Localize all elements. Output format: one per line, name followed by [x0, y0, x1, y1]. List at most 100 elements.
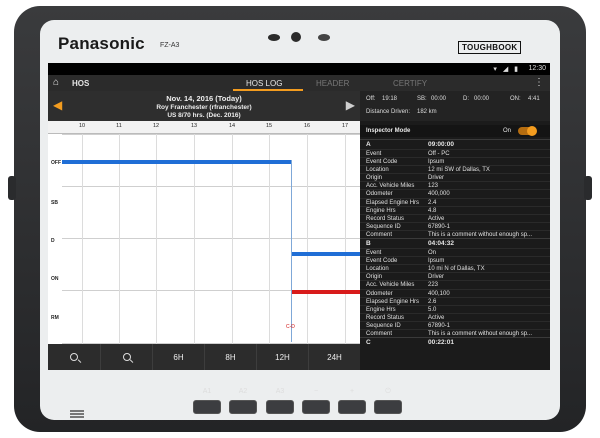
field-value: 2.6	[428, 298, 437, 305]
event-field-row: Comment This is a comment without enough …	[360, 229, 550, 238]
event-id: B	[366, 240, 371, 248]
zoom-in-icon	[122, 353, 131, 361]
home-icon[interactable]: ⌂	[53, 77, 59, 88]
field-value: Active	[428, 215, 445, 222]
event-field-row: Origin Driver	[360, 272, 550, 280]
event-list[interactable]: A 09:00:00 Event Off - PC Event Code Ipsum Loc…	[360, 139, 550, 347]
camera-lens	[291, 32, 301, 42]
field-value: 10 mi N of Dallas, TX	[428, 266, 485, 273]
event-id: A	[366, 141, 371, 148]
prev-day-arrow-icon[interactable]: ◀	[53, 98, 62, 112]
log-date-header: ◀ Nov. 14, 2016 (Today) Roy Franchester …	[48, 91, 360, 121]
hw-button-power[interactable]	[374, 400, 402, 414]
field-label: Sequence ID	[366, 322, 401, 329]
range-6h-button[interactable]: 6H	[152, 344, 204, 370]
grid-line	[232, 134, 233, 344]
event-field-row: Sequence ID 67890-1	[360, 221, 550, 230]
field-value: 123	[428, 183, 439, 190]
field-label: Engine Hrs	[366, 306, 396, 313]
field-value: 67890-1	[428, 322, 451, 329]
field-value: Driver	[428, 175, 444, 182]
event-time: 09:00:00	[428, 141, 455, 148]
event-block[interactable]: A 09:00:00 Event Off - PC Event Code Ipsum Loc…	[360, 139, 550, 238]
driver-name: Roy Franchester (rfranchester)	[156, 104, 252, 111]
inspector-mode-toggle[interactable]	[518, 126, 537, 136]
field-value: This is a comment without enough sp...	[428, 231, 533, 238]
hw-button-a1[interactable]	[193, 400, 221, 414]
sensor-dot	[268, 34, 280, 41]
field-label: Location	[366, 167, 389, 174]
change-of-duty-marker: C-D	[286, 324, 295, 330]
status-time: 12:30	[528, 65, 546, 72]
range-24h-button[interactable]: 24H	[308, 344, 360, 370]
grid-line	[82, 134, 83, 344]
field-label: Odometer	[366, 290, 393, 297]
field-label: Comment	[366, 231, 393, 238]
next-day-arrow-icon[interactable]: ▶	[346, 98, 355, 112]
row-label-off: OFF	[51, 160, 61, 166]
field-value: Ipsum	[428, 159, 445, 166]
row-label-sb: SB	[51, 200, 58, 206]
duty-status-grid[interactable]: OFF SB D ON RM C-D	[48, 134, 360, 344]
field-label: Engine Hrs	[366, 207, 396, 214]
summary-sb-value: 00:00	[431, 96, 447, 102]
hour-label: 13	[190, 123, 198, 129]
hour-label: 11	[116, 123, 122, 129]
hour-label: 15	[265, 123, 273, 129]
vent-grille	[70, 410, 84, 412]
hour-label: 16	[303, 123, 311, 129]
range-12h-button[interactable]: 12H	[256, 344, 308, 370]
event-block[interactable]: C 00:22:01	[360, 337, 550, 347]
summary-sb-label: SB:	[417, 96, 427, 102]
inspector-mode-row: Inspector Mode On	[360, 125, 550, 137]
event-block[interactable]: B 04:04:32 Event On Event Code Ipsum Location 1…	[360, 238, 550, 337]
range-8h-button[interactable]: 8H	[204, 344, 256, 370]
field-value: 5.0	[428, 306, 437, 313]
app-title: HOS	[72, 79, 90, 88]
event-detail-panel: Off: 19:18 SB: 00:00 D: 00:00 ON: 4:41 D…	[360, 91, 550, 370]
zoom-in-button[interactable]	[100, 344, 152, 370]
field-value: 12 mi SW of Dallas, TX	[428, 167, 490, 174]
field-value: 4.8	[428, 207, 437, 214]
event-header: B 04:04:32	[360, 239, 550, 248]
tab-hos-log[interactable]: HOS LOG	[246, 79, 282, 88]
hw-button-a2[interactable]	[229, 400, 257, 414]
grid-line	[119, 134, 120, 344]
field-label: Origin	[366, 274, 383, 281]
hw-button-plus[interactable]	[338, 400, 366, 414]
summary-d-label: D:	[463, 96, 469, 102]
event-field-row: Event Code Ipsum	[360, 256, 550, 264]
nav-a3-label: A3	[275, 388, 285, 395]
field-label: Elapsed Engine Hrs	[366, 298, 420, 305]
ruleset: US 8/70 hrs. (Dec. 2016)	[167, 112, 241, 119]
tab-certify[interactable]: CERTIFY	[393, 79, 427, 88]
row-label-on: ON	[51, 276, 59, 282]
hw-button-a3[interactable]	[266, 400, 294, 414]
hour-axis: 10 11 12 13 14 15 16 17	[48, 121, 360, 134]
grid-line	[307, 134, 308, 344]
field-label: Record Status	[366, 215, 405, 222]
status-bar: ▾ ◢ ▮ 12:30	[48, 63, 550, 75]
distance-label: Distance Driven:	[366, 109, 411, 115]
grid-line	[62, 238, 360, 239]
field-value: Active	[428, 314, 445, 321]
more-vert-icon[interactable]: ⋮	[534, 77, 544, 88]
zoom-out-button[interactable]	[48, 344, 100, 370]
duty-summary: Off: 19:18 SB: 00:00 D: 00:00 ON: 4:41 D…	[360, 91, 550, 121]
event-field-row: Sequence ID 67890-1	[360, 320, 550, 329]
inspector-mode-label: Inspector Mode	[366, 128, 411, 134]
event-field-row: Event Off - PC	[360, 149, 550, 157]
grid-line	[62, 134, 360, 135]
sensor-dot-right	[318, 34, 330, 41]
field-label: Acc. Vehicle Miles	[366, 183, 415, 190]
event-field-row: Odometer 400,000	[360, 189, 550, 197]
model-label: FZ-A3	[160, 42, 180, 49]
field-label: Event	[366, 250, 382, 257]
event-time: 04:04:32	[428, 240, 455, 248]
field-label: Comment	[366, 330, 393, 337]
event-id: C	[366, 339, 371, 347]
hour-label: 17	[341, 123, 349, 129]
hw-button-minus[interactable]	[302, 400, 330, 414]
grid-line	[156, 134, 157, 344]
tab-header[interactable]: HEADER	[316, 79, 349, 88]
